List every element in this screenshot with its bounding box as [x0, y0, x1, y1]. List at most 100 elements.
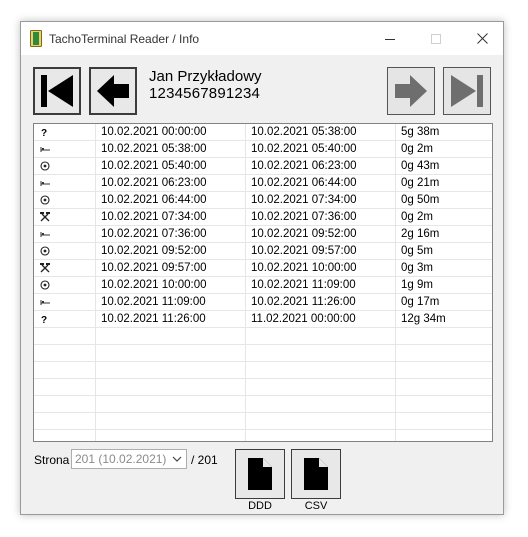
table-row[interactable]: 10.02.2021 07:36:00 10.02.2021 09:52:00 2g… — [34, 226, 492, 243]
table-row[interactable]: 10.02.2021 11:09:00 10.02.2021 11:26:00 0g… — [34, 294, 492, 311]
app-window: TachoTerminal Reader / Info Jan Przykład… — [20, 21, 504, 515]
activity-duration: 2g 16m — [401, 228, 440, 240]
activity-end: 10.02.2021 05:40:00 — [251, 143, 357, 155]
activity-start: 10.02.2021 07:34:00 — [101, 211, 207, 223]
driving-wheel-icon — [40, 161, 50, 171]
rest-bed-icon — [40, 232, 50, 237]
last-page-button[interactable] — [443, 67, 491, 115]
activity-start: 10.02.2021 07:36:00 — [101, 228, 207, 240]
table-row[interactable]: ? 10.02.2021 00:00:00 10.02.2021 05:38:00 5… — [34, 124, 492, 141]
driving-wheel-icon — [40, 280, 50, 290]
activity-start: 10.02.2021 06:23:00 — [101, 177, 207, 189]
table-row[interactable]: 10.02.2021 09:57:00 10.02.2021 10:00:00 0g… — [34, 260, 492, 277]
empty-table-row — [34, 345, 492, 362]
unknown-icon: ? — [41, 128, 47, 138]
work-hammers-icon — [40, 263, 50, 273]
table-row[interactable]: ? 10.02.2021 11:26:00 11.02.2021 00:00:00 1… — [34, 311, 492, 328]
activity-end: 11.02.2021 00:00:00 — [251, 313, 356, 325]
driving-wheel-icon — [40, 195, 50, 205]
unknown-icon: ? — [41, 315, 47, 325]
empty-table-row — [34, 328, 492, 345]
app-icon — [30, 30, 42, 47]
svg-text:?: ? — [41, 128, 47, 138]
rest-bed-icon — [40, 300, 50, 305]
skip-first-icon — [41, 75, 73, 107]
activity-duration: 0g 2m — [401, 211, 433, 223]
activity-end: 10.02.2021 06:44:00 — [251, 177, 357, 189]
export-ddd-button[interactable] — [235, 449, 285, 499]
activity-end: 10.02.2021 11:09:00 — [251, 279, 356, 291]
document-icon — [248, 458, 272, 490]
maximize-button[interactable] — [413, 22, 459, 55]
maximize-icon — [431, 33, 441, 44]
minimize-button[interactable] — [367, 22, 413, 55]
table-row[interactable]: 10.02.2021 07:34:00 10.02.2021 07:36:00 0g… — [34, 209, 492, 226]
minimize-icon — [385, 38, 395, 40]
table-row[interactable]: 10.02.2021 06:23:00 10.02.2021 06:44:00 0g… — [34, 175, 492, 192]
skip-last-icon — [451, 75, 483, 107]
page-total: / 201 — [191, 453, 218, 467]
activity-end: 10.02.2021 11:26:00 — [251, 296, 356, 308]
page-label: Strona — [34, 453, 70, 467]
activity-start: 10.02.2021 00:00:00 — [101, 126, 207, 138]
activity-end: 10.02.2021 10:00:00 — [251, 262, 357, 274]
empty-table-row — [34, 413, 492, 430]
table-row[interactable]: 10.02.2021 06:44:00 10.02.2021 07:34:00 0g… — [34, 192, 492, 209]
table-row[interactable]: 10.02.2021 09:52:00 10.02.2021 09:57:00 0g… — [34, 243, 492, 260]
empty-table-row — [34, 362, 492, 379]
activity-duration: 0g 50m — [401, 194, 440, 206]
table-row[interactable]: 10.02.2021 10:00:00 10.02.2021 11:09:00 1g… — [34, 277, 492, 294]
rest-bed-icon — [40, 147, 50, 152]
activity-duration: 0g 5m — [401, 245, 433, 257]
activity-duration: 0g 2m — [401, 143, 433, 155]
activity-duration: 0g 21m — [401, 177, 440, 189]
activity-end: 10.02.2021 07:36:00 — [251, 211, 357, 223]
work-hammers-icon — [40, 212, 50, 222]
activity-duration: 12g 34m — [401, 313, 446, 325]
close-button[interactable] — [459, 22, 505, 55]
activity-duration: 0g 43m — [401, 160, 440, 172]
activity-start: 10.02.2021 05:38:00 — [101, 143, 207, 155]
first-page-button[interactable] — [33, 67, 81, 115]
document-icon — [304, 458, 328, 490]
activity-start: 10.02.2021 11:26:00 — [101, 313, 206, 325]
activity-table[interactable]: ? 10.02.2021 00:00:00 10.02.2021 05:38:00 5… — [33, 123, 493, 442]
activity-duration: 0g 17m — [401, 296, 440, 308]
page-dropdown[interactable]: 201 (10.02.2021) — [71, 449, 187, 469]
next-page-button[interactable] — [387, 67, 435, 115]
activity-end: 10.02.2021 06:23:00 — [251, 160, 357, 172]
empty-table-row — [34, 379, 492, 396]
page-dropdown-value: 201 (10.02.2021) — [75, 452, 167, 466]
svg-text:?: ? — [41, 315, 47, 325]
activity-end: 10.02.2021 05:38:00 — [251, 126, 357, 138]
export-ddd-label: DDD — [248, 500, 272, 512]
arrow-right-icon — [395, 75, 427, 107]
activity-start: 10.02.2021 11:09:00 — [101, 296, 206, 308]
close-icon — [476, 33, 488, 44]
arrow-left-icon — [97, 75, 129, 107]
activity-start: 10.02.2021 06:44:00 — [101, 194, 207, 206]
driver-name: Jan Przykładowy — [149, 68, 262, 85]
table-row[interactable]: 10.02.2021 05:38:00 10.02.2021 05:40:00 0g… — [34, 141, 492, 158]
chevron-down-icon — [172, 456, 182, 462]
activity-start: 10.02.2021 09:52:00 — [101, 245, 207, 257]
activity-start: 10.02.2021 10:00:00 — [101, 279, 207, 291]
export-csv-button[interactable] — [291, 449, 341, 499]
driver-card-number: 1234567891234 — [149, 85, 261, 102]
activity-start: 10.02.2021 09:57:00 — [101, 262, 207, 274]
activity-duration: 0g 3m — [401, 262, 433, 274]
rest-bed-icon — [40, 181, 50, 186]
empty-table-row — [34, 430, 492, 441]
activity-end: 10.02.2021 07:34:00 — [251, 194, 357, 206]
activity-duration: 5g 38m — [401, 126, 440, 138]
activity-end: 10.02.2021 09:57:00 — [251, 245, 357, 257]
activity-end: 10.02.2021 09:52:00 — [251, 228, 357, 240]
export-csv-label: CSV — [304, 500, 328, 512]
table-row[interactable]: 10.02.2021 05:40:00 10.02.2021 06:23:00 0g… — [34, 158, 492, 175]
driving-wheel-icon — [40, 246, 50, 256]
activity-start: 10.02.2021 05:40:00 — [101, 160, 207, 172]
empty-table-row — [34, 396, 492, 413]
previous-page-button[interactable] — [89, 67, 137, 115]
activity-duration: 1g 9m — [401, 279, 433, 291]
window-title: TachoTerminal Reader / Info — [49, 32, 200, 46]
